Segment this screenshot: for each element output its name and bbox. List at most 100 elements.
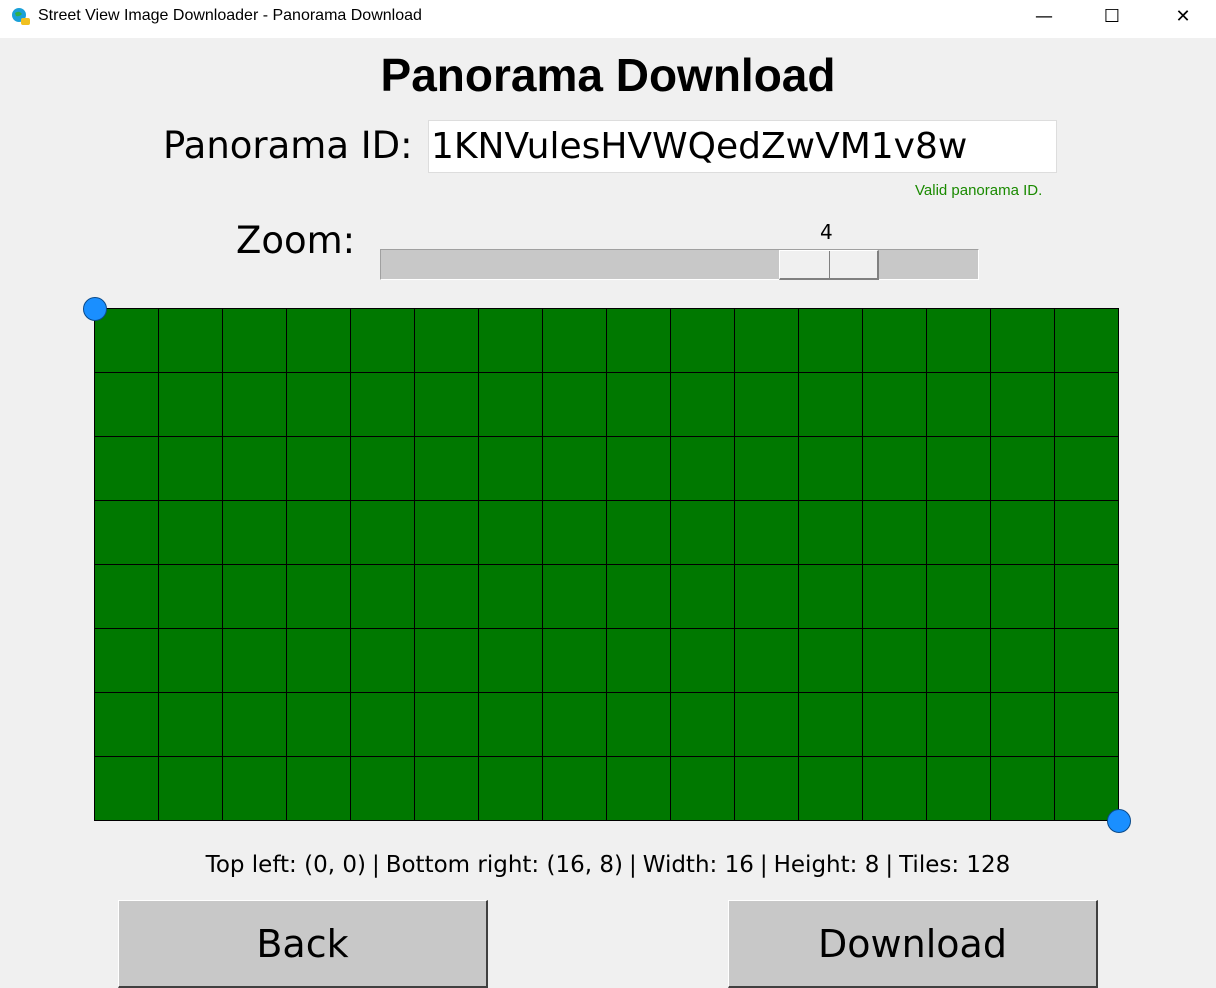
tile-cell[interactable]: [863, 373, 927, 437]
tile-cell[interactable]: [415, 309, 479, 373]
tile-cell[interactable]: [95, 757, 159, 821]
tile-cell[interactable]: [287, 565, 351, 629]
tile-cell[interactable]: [543, 757, 607, 821]
tile-cell[interactable]: [159, 757, 223, 821]
tile-cell[interactable]: [863, 693, 927, 757]
tile-cell[interactable]: [735, 437, 799, 501]
tile-cell[interactable]: [863, 629, 927, 693]
tile-cell[interactable]: [351, 757, 415, 821]
tile-cell[interactable]: [415, 501, 479, 565]
maximize-button[interactable]: ☐: [1089, 0, 1135, 32]
tile-cell[interactable]: [351, 373, 415, 437]
tile-cell[interactable]: [223, 565, 287, 629]
tile-cell[interactable]: [671, 309, 735, 373]
zoom-slider-thumb[interactable]: [779, 250, 879, 280]
tile-cell[interactable]: [1055, 693, 1119, 757]
tile-cell[interactable]: [159, 501, 223, 565]
tile-cell[interactable]: [863, 757, 927, 821]
tile-cell[interactable]: [287, 437, 351, 501]
tile-cell[interactable]: [159, 309, 223, 373]
tile-cell[interactable]: [991, 309, 1055, 373]
tile-cell[interactable]: [607, 693, 671, 757]
tile-cell[interactable]: [223, 757, 287, 821]
tile-cell[interactable]: [415, 629, 479, 693]
tile-cell[interactable]: [863, 565, 927, 629]
tile-cell[interactable]: [95, 309, 159, 373]
tile-cell[interactable]: [927, 629, 991, 693]
download-button[interactable]: Download: [728, 900, 1098, 988]
tile-cell[interactable]: [543, 373, 607, 437]
tile-cell[interactable]: [607, 437, 671, 501]
tile-cell[interactable]: [351, 629, 415, 693]
tile-cell[interactable]: [1055, 501, 1119, 565]
tile-cell[interactable]: [799, 693, 863, 757]
tile-cell[interactable]: [607, 757, 671, 821]
tile-cell[interactable]: [287, 693, 351, 757]
tile-cell[interactable]: [991, 757, 1055, 821]
tile-cell[interactable]: [927, 501, 991, 565]
tile-cell[interactable]: [479, 629, 543, 693]
tile-cell[interactable]: [95, 501, 159, 565]
tile-cell[interactable]: [415, 757, 479, 821]
tile-cell[interactable]: [735, 565, 799, 629]
tile-cell[interactable]: [543, 565, 607, 629]
tile-cell[interactable]: [799, 501, 863, 565]
tile-cell[interactable]: [223, 309, 287, 373]
tile-cell[interactable]: [415, 693, 479, 757]
tile-cell[interactable]: [351, 693, 415, 757]
tile-cell[interactable]: [927, 437, 991, 501]
tile-cell[interactable]: [671, 437, 735, 501]
tile-cell[interactable]: [863, 309, 927, 373]
tile-cell[interactable]: [479, 501, 543, 565]
tile-cell[interactable]: [799, 437, 863, 501]
tile-cell[interactable]: [799, 309, 863, 373]
bottom-right-handle[interactable]: [1107, 809, 1131, 833]
tile-cell[interactable]: [927, 565, 991, 629]
tile-cell[interactable]: [607, 629, 671, 693]
tile-cell[interactable]: [287, 629, 351, 693]
tile-cell[interactable]: [287, 373, 351, 437]
tile-cell[interactable]: [799, 757, 863, 821]
tile-cell[interactable]: [543, 309, 607, 373]
tile-cell[interactable]: [351, 565, 415, 629]
tile-cell[interactable]: [351, 437, 415, 501]
tile-cell[interactable]: [223, 501, 287, 565]
tile-cell[interactable]: [735, 757, 799, 821]
tile-cell[interactable]: [223, 629, 287, 693]
tile-cell[interactable]: [543, 629, 607, 693]
tile-cell[interactable]: [671, 373, 735, 437]
tile-cell[interactable]: [671, 693, 735, 757]
tile-cell[interactable]: [479, 373, 543, 437]
tile-cell[interactable]: [159, 693, 223, 757]
tile-cell[interactable]: [287, 757, 351, 821]
tile-cell[interactable]: [1055, 373, 1119, 437]
tile-cell[interactable]: [991, 693, 1055, 757]
tile-cell[interactable]: [735, 373, 799, 437]
tile-cell[interactable]: [735, 629, 799, 693]
tile-cell[interactable]: [799, 565, 863, 629]
tile-cell[interactable]: [223, 437, 287, 501]
tile-cell[interactable]: [927, 373, 991, 437]
tile-cell[interactable]: [159, 565, 223, 629]
panorama-id-input[interactable]: [428, 120, 1057, 173]
tile-cell[interactable]: [863, 501, 927, 565]
tile-cell[interactable]: [95, 437, 159, 501]
tile-cell[interactable]: [95, 693, 159, 757]
tile-cell[interactable]: [991, 629, 1055, 693]
tile-cell[interactable]: [479, 437, 543, 501]
tile-cell[interactable]: [607, 565, 671, 629]
tile-cell[interactable]: [607, 373, 671, 437]
tile-cell[interactable]: [735, 501, 799, 565]
tile-cell[interactable]: [479, 565, 543, 629]
tile-cell[interactable]: [223, 693, 287, 757]
tile-cell[interactable]: [287, 309, 351, 373]
back-button[interactable]: Back: [118, 900, 488, 988]
tile-cell[interactable]: [351, 309, 415, 373]
tile-cell[interactable]: [415, 437, 479, 501]
tile-cell[interactable]: [799, 373, 863, 437]
tile-cell[interactable]: [927, 757, 991, 821]
tile-cell[interactable]: [927, 309, 991, 373]
tile-cell[interactable]: [671, 629, 735, 693]
tile-cell[interactable]: [991, 373, 1055, 437]
tile-cell[interactable]: [95, 629, 159, 693]
